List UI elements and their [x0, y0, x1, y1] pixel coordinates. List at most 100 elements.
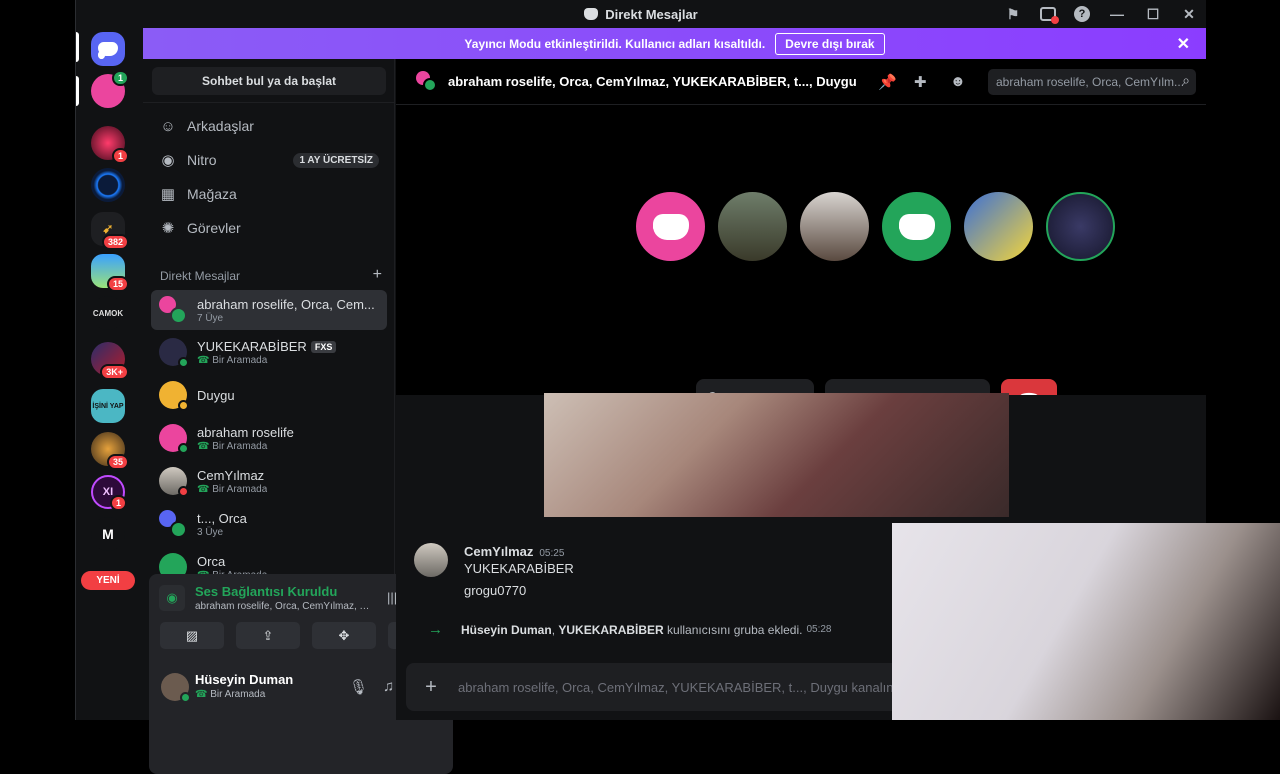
add-friends-icon[interactable]: ✚ [914, 73, 927, 91]
arrow-right-icon: → [428, 621, 443, 638]
nav-label: Nitro [187, 152, 217, 168]
dm-item-group-2[interactable]: t..., Orca 3 Üye [151, 504, 387, 544]
inbox-icon[interactable] [1040, 7, 1059, 24]
dm-item-abraham[interactable]: abraham roselife Bir Aramada [151, 418, 387, 458]
add-attachment-icon[interactable]: + [420, 676, 442, 698]
maximize-button[interactable]: ☐ [1144, 6, 1162, 23]
find-conversation-button[interactable]: Sohbet bul ya da başlat [152, 67, 386, 95]
dm-sub: 3 Üye [197, 526, 224, 538]
call-area: 🎙 ⌄ ▨ ⌄ ⇪ ✥ ✱ ··· ☎ [396, 105, 1206, 421]
close-icon[interactable]: ✕ [1177, 34, 1190, 54]
nav-nitro[interactable]: ◉ Nitro 1 AY ÜCRETSİZ [151, 144, 387, 176]
dm-item-cemyilmaz[interactable]: CemYılmaz Bir Aramada [151, 461, 387, 501]
server-badge: 1 [111, 70, 129, 86]
discord-logo-icon [652, 213, 689, 240]
dm-section-header: Direkt Mesajlar + [160, 267, 382, 284]
dm-item-group[interactable]: abraham roselife, Orca, Cem... 7 Üye [151, 290, 387, 330]
avatar[interactable] [414, 543, 448, 577]
participant-avatar[interactable] [800, 192, 869, 261]
server-icon[interactable]: İŞİNİ YAP [91, 389, 125, 423]
window-title: Direkt Mesajlar [605, 6, 698, 22]
title-bar: Direkt Mesajlar ⚑ ? — ☐ ✕ [76, 0, 1206, 28]
shop-icon: ▦ [160, 186, 176, 203]
avatar [159, 381, 189, 411]
dm-name: YUKEKARABİBER [197, 338, 307, 354]
server-icon[interactable]: 1 [91, 126, 129, 164]
dm-name: abraham roselife [197, 424, 294, 440]
nav-label: Görevler [187, 220, 241, 236]
disable-streamer-mode-button[interactable]: Devre dışı bırak [775, 32, 885, 55]
new-badge: YENİ [81, 571, 135, 590]
dm-header-label: Direkt Mesajlar [160, 269, 241, 283]
channel-title: abraham roselife, Orca, CemYılmaz, YUKEK… [448, 74, 857, 89]
message-author[interactable]: CemYılmaz [464, 544, 533, 559]
system-target[interactable]: YUKEKARABİBER [558, 623, 663, 637]
system-message: → Hüseyin Duman, YUKEKARABİBER kullanıcı… [428, 621, 832, 638]
nav-friends[interactable]: ☺ Arkadaşlar [151, 110, 387, 142]
members-icon[interactable]: ☻ [950, 73, 966, 90]
dm-item-yukekarabiber[interactable]: YUKEKARABİBERFXS Bir Aramada [151, 332, 387, 372]
quests-icon: ✺ [161, 220, 175, 237]
pin-icon[interactable]: 📌 [878, 73, 897, 91]
system-actor[interactable]: Hüseyin Duman [461, 623, 552, 637]
camera-off-button[interactable]: ▨ [160, 622, 224, 649]
group-avatar [416, 70, 438, 93]
dm-item-duygu[interactable]: Duygu [151, 375, 387, 415]
server-icon[interactable]: XI 1 [91, 475, 127, 511]
nitro-free-badge: 1 AY ÜCRETSİZ [293, 152, 379, 168]
search-input[interactable]: abraham roselife, Orca, CemYılm... [988, 69, 1196, 95]
participant-avatar[interactable] [882, 192, 951, 261]
nav-label: Mağaza [187, 186, 237, 202]
flag-icon[interactable]: ⚑ [1004, 6, 1022, 23]
minimize-button[interactable]: — [1108, 6, 1126, 22]
server-icon[interactable] [91, 168, 125, 202]
close-window-button[interactable]: ✕ [1180, 6, 1198, 23]
headphones-icon[interactable]: ♫ [383, 678, 394, 695]
discord-logo-icon [584, 8, 599, 20]
server-badge: 15 [106, 276, 129, 292]
server-icon[interactable]: 1 [91, 70, 129, 108]
server-icon[interactable]: 3K+ [91, 342, 129, 380]
avatar[interactable] [161, 673, 191, 703]
server-icon[interactable]: 35 [91, 432, 129, 470]
channel-header: abraham roselife, Orca, CemYılmaz, YUKEK… [396, 59, 1206, 105]
voice-channel[interactable]: abraham roselife, Orca, CemYılmaz, Y... [195, 601, 373, 612]
nav-shop[interactable]: ▦ Mağaza [151, 178, 387, 210]
create-dm-icon[interactable]: + [373, 267, 382, 283]
voice-status[interactable]: Ses Bağlantısı Kuruldu [195, 584, 337, 599]
server-list: 1 1 ➹ 382 15 CAMOK 3K+ İŞİNİ YAP 35 XI 1… [76, 28, 142, 720]
unread-pill [76, 76, 79, 106]
dm-sub: 7 Üye [197, 312, 224, 324]
participant-avatar[interactable] [964, 192, 1033, 261]
group-avatar [159, 510, 187, 538]
participant-avatar[interactable] [1046, 192, 1115, 261]
clan-tag: FXS [310, 341, 337, 354]
activities-button[interactable]: ✥ [312, 622, 376, 649]
avatar [159, 424, 189, 454]
banner-text: Yayıncı Modu etkinleştirildi. Kullanıcı … [464, 36, 766, 51]
server-icon[interactable]: M [91, 517, 125, 551]
webcam-overlay [892, 523, 1280, 720]
server-icon[interactable]: CAMOK [91, 296, 125, 330]
dm-name: Orca [197, 553, 226, 569]
help-icon[interactable]: ? [1074, 6, 1090, 22]
dm-sidebar: Sohbet bul ya da başlat ☺ Arkadaşlar ◉ N… [143, 59, 453, 774]
participant-avatar[interactable] [636, 192, 705, 261]
friends-icon: ☺ [160, 117, 176, 135]
nav-quests[interactable]: ✺ Görevler [151, 212, 387, 244]
home-button[interactable] [91, 32, 125, 66]
video-embed[interactable] [544, 393, 1009, 517]
participant-avatar[interactable] [718, 192, 787, 261]
nav-label: Arkadaşlar [187, 118, 254, 134]
username[interactable]: Hüseyin Duman [195, 672, 293, 687]
microphone-icon[interactable]: 🎙 [349, 678, 368, 696]
server-icon[interactable]: ➹ 382 [91, 212, 129, 250]
message-text: grogu0770 [464, 583, 527, 598]
server-icon[interactable]: 15 [91, 254, 129, 292]
window-controls: ⚑ ? — ☐ ✕ [1004, 0, 1198, 28]
dm-name: t..., Orca [197, 510, 247, 526]
dm-sub: Bir Aramada [197, 355, 336, 366]
screen-share-button[interactable]: ⇪ [236, 622, 300, 649]
discord-logo-icon [898, 213, 935, 240]
divider [143, 102, 395, 103]
